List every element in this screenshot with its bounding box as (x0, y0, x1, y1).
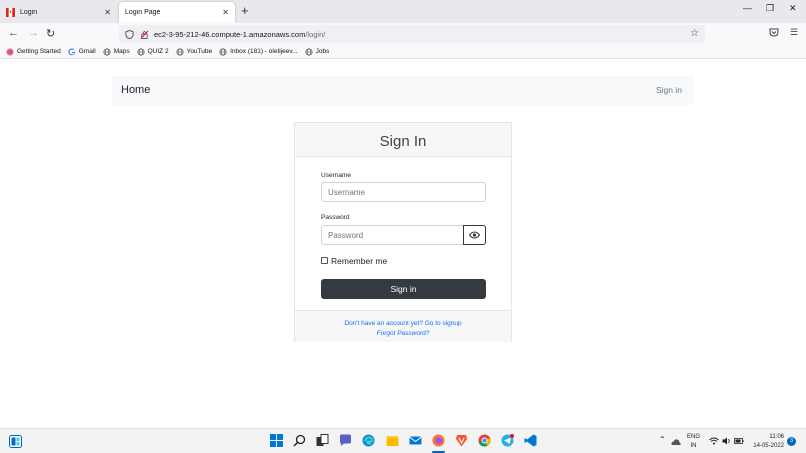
bookmark-label: QUIZ 2 (147, 48, 169, 55)
remember-me-label[interactable]: Remember me (331, 256, 387, 266)
bookmark-inbox[interactable]: Inbox (181) - oletijeev... (219, 47, 298, 56)
widgets-icon[interactable] (9, 435, 22, 448)
language-indicator[interactable]: ENG IN (687, 433, 700, 451)
bookmark-label: Jobs (315, 48, 330, 55)
url-host: ec2-3-95-212-46.compute-1.amazonaws.com (154, 29, 306, 39)
globe-icon (103, 47, 111, 56)
site-navbar: Home Sign in (112, 76, 694, 105)
tab-login[interactable]: Login ✕ (0, 2, 117, 23)
google-icon (68, 47, 75, 55)
home-link[interactable]: Home (121, 84, 150, 96)
bookmark-quiz-2[interactable]: QUIZ 2 (137, 47, 169, 56)
mail-icon[interactable] (409, 434, 422, 447)
back-icon[interactable]: ← (8, 27, 19, 39)
reload-icon[interactable]: ↻ (46, 27, 55, 40)
globe-icon (137, 47, 145, 56)
password-input[interactable] (321, 225, 464, 245)
windows-taskbar: ⌃ ENG IN 11:06 14-05-2022 3 (0, 428, 806, 453)
bookmark-youtube[interactable]: YouTube (176, 47, 213, 56)
insecure-lock-icon[interactable] (140, 30, 149, 39)
wifi-icon[interactable] (709, 437, 719, 445)
shield-icon[interactable] (125, 29, 134, 39)
search-icon[interactable] (293, 434, 306, 447)
forgot-password-link[interactable]: Forgot Password? (295, 330, 511, 337)
edge-icon[interactable] (362, 434, 375, 447)
tab-title: Login Page (125, 9, 161, 16)
signup-link[interactable]: Don't have an account yet? Go to signup (295, 320, 511, 327)
eye-icon (469, 231, 480, 239)
sign-in-card-footer: Don't have an account yet? Go to signup … (295, 310, 511, 342)
browser-tab-strip: Login ✕ Login Page ✕ + — ❐ ✕ (0, 0, 806, 23)
new-tab-button[interactable]: + (241, 3, 249, 18)
battery-icon[interactable] (734, 437, 744, 445)
system-clock[interactable]: 11:06 14-05-2022 (752, 433, 784, 451)
file-explorer-icon[interactable] (386, 434, 399, 447)
region-code: IN (690, 443, 697, 449)
close-tab-icon[interactable]: ✕ (104, 8, 111, 17)
page-content: Home Sign in Sign In Username Password R… (0, 60, 806, 428)
minimize-icon[interactable]: — (743, 3, 752, 13)
bookmark-getting-started[interactable]: Getting Started (6, 47, 61, 56)
brave-browser-icon[interactable] (455, 434, 468, 447)
close-tab-icon[interactable]: ✕ (222, 8, 229, 17)
remember-me-checkbox[interactable] (321, 257, 328, 264)
chrome-icon[interactable] (478, 434, 491, 447)
globe-icon (305, 47, 313, 56)
vscode-icon[interactable] (524, 434, 537, 447)
close-window-icon[interactable]: ✕ (789, 3, 797, 14)
start-windows-icon[interactable] (270, 434, 283, 447)
notification-badge[interactable]: 3 (787, 437, 796, 446)
nav-sign-in-link[interactable]: Sign in (656, 85, 682, 95)
bookmark-gmail[interactable]: Gmail (68, 47, 96, 56)
tab-login-page[interactable]: Login Page ✕ (119, 2, 235, 23)
sign-in-card: Sign In Username Password Remember me Si… (294, 122, 512, 342)
forward-icon[interactable]: → (28, 27, 39, 39)
sign-in-button[interactable]: Sign in (321, 279, 486, 299)
browser-navbar: ← → ↻ ec2-3-95-212-46.compute-1.amazonaw… (0, 23, 806, 45)
bookmarks-bar: Getting Started Gmail Maps QUIZ 2 YouTub… (0, 45, 806, 59)
firefox-taskbar-icon[interactable] (432, 434, 445, 447)
bookmark-label: Inbox (181) - oletijeev... (230, 48, 298, 55)
username-label: Username (321, 172, 351, 179)
bookmark-label: Maps (113, 48, 130, 55)
clock-date: 14-05-2022 (753, 443, 784, 449)
task-view-icon[interactable] (316, 434, 329, 447)
address-bar[interactable]: ec2-3-95-212-46.compute-1.amazonaws.com /… (119, 25, 705, 43)
bookmark-maps[interactable]: Maps (103, 47, 130, 56)
chat-icon[interactable] (339, 434, 352, 447)
url-path: /login/ (305, 29, 326, 39)
bookmark-label: Gmail (78, 48, 96, 55)
canadian-flag-icon (6, 8, 15, 17)
globe-icon (219, 47, 227, 56)
language-code: ENG (687, 434, 701, 440)
bookmark-label: YouTube (186, 48, 213, 55)
app-menu-icon[interactable]: ☰ (790, 27, 798, 38)
toggle-password-visibility-button[interactable] (463, 225, 486, 245)
onedrive-icon[interactable] (671, 437, 681, 446)
bookmark-star-icon[interactable]: ☆ (690, 28, 699, 39)
clock-time: 11:06 (769, 434, 784, 440)
password-label: Password (321, 214, 350, 221)
telegram-icon[interactable] (501, 434, 514, 447)
show-hidden-icons-chevron[interactable]: ⌃ (659, 435, 666, 444)
tab-title: Login (20, 9, 38, 16)
pocket-icon[interactable] (769, 27, 779, 37)
bookmark-label: Getting Started (17, 48, 61, 55)
bookmark-jobs[interactable]: Jobs (305, 47, 330, 56)
restore-icon[interactable]: ❐ (766, 3, 774, 14)
sign-in-heading: Sign In (295, 123, 511, 157)
globe-icon (176, 47, 184, 56)
volume-icon[interactable] (722, 437, 731, 445)
firefox-icon (6, 47, 14, 56)
username-input[interactable] (321, 182, 486, 202)
